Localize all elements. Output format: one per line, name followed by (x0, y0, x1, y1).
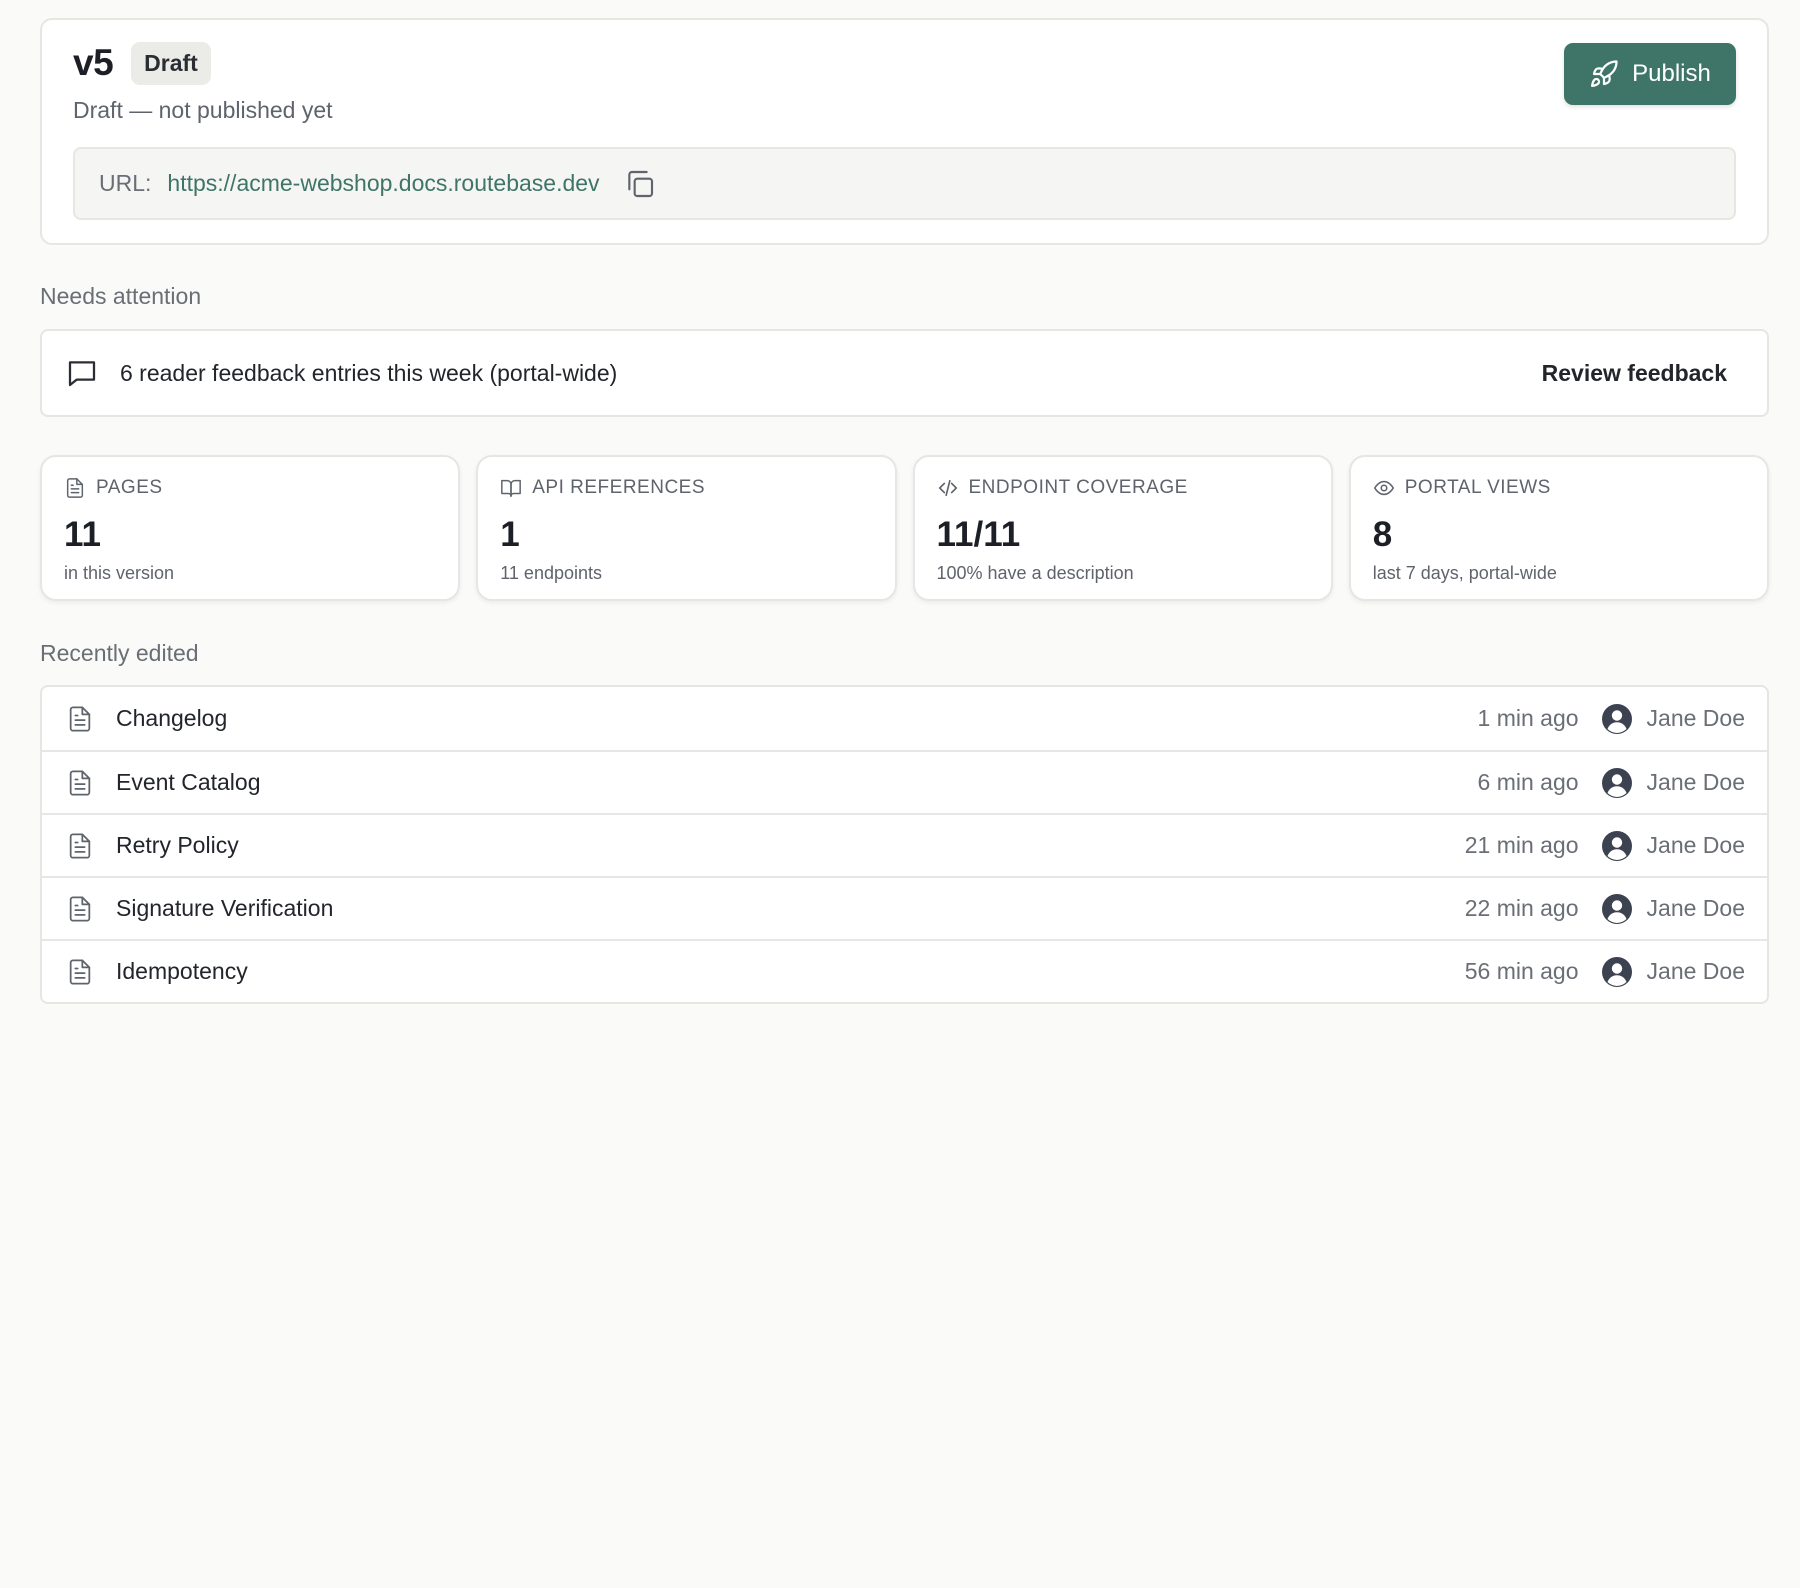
list-item[interactable]: Retry Policy 21 min ago Jane Doe (42, 813, 1767, 876)
url-label: URL: (99, 170, 152, 196)
attention-message: 6 reader feedback entries this week (por… (120, 359, 618, 386)
item-title: Signature Verification (116, 895, 334, 921)
item-time: 6 min ago (1477, 769, 1579, 795)
item-time: 22 min ago (1464, 895, 1579, 921)
item-user: Jane Doe (1646, 769, 1745, 795)
item-title: Changelog (116, 705, 228, 731)
copy-icon[interactable] (624, 168, 656, 200)
stat-label: ENDPOINT COVERAGE (968, 477, 1188, 498)
stat-label: PAGES (96, 477, 163, 498)
item-title: Event Catalog (116, 769, 261, 795)
version-card: v5 Draft Draft — not published yet Publi… (40, 18, 1769, 245)
list-item[interactable]: Idempotency 56 min ago Jane Doe (42, 939, 1767, 1002)
avatar-icon (1601, 956, 1632, 987)
item-time: 21 min ago (1464, 832, 1579, 858)
page: v5 Draft Draft — not published yet Publi… (40, 18, 1769, 1004)
file-icon (69, 958, 91, 985)
list-item[interactable]: Event Catalog 6 min ago Jane Doe (42, 750, 1767, 813)
stat-card-pages: PAGES 11 in this version (40, 455, 461, 601)
stat-sub: last 7 days, portal-wide (1372, 563, 1557, 583)
item-time: 56 min ago (1464, 958, 1579, 984)
status-badge: Draft (131, 41, 211, 85)
avatar-icon (1601, 703, 1632, 734)
rocket-icon (1591, 60, 1618, 87)
status-text: Draft — not published yet (73, 97, 333, 123)
stat-value: 8 (1372, 515, 1393, 554)
code-icon (938, 479, 957, 497)
stat-sub: 100% have a description (936, 563, 1134, 583)
file-icon (69, 832, 91, 859)
avatar-icon (1601, 893, 1632, 924)
review-feedback-link[interactable]: Review feedback (1542, 360, 1727, 387)
stats-row: PAGES 11 in this version API REFERENCES … (40, 455, 1769, 601)
stat-value: 11/11 (936, 515, 1021, 554)
file-icon (66, 478, 84, 498)
item-user: Jane Doe (1646, 895, 1745, 921)
url-link[interactable]: https://acme-webshop.docs.routebase.dev (167, 170, 599, 197)
stat-card-portal-views: PORTAL VIEWS 8 last 7 days, portal-wide (1348, 455, 1769, 601)
stat-card-endpoint-coverage: ENDPOINT COVERAGE 11/11 100% have a desc… (912, 455, 1333, 601)
stat-value: 11 (64, 515, 101, 554)
stat-label: PORTAL VIEWS (1404, 477, 1551, 498)
avatar-icon (1601, 767, 1632, 798)
file-icon (69, 895, 91, 922)
attention-card: 6 reader feedback entries this week (por… (40, 329, 1769, 417)
stat-sub: 11 endpoints (500, 563, 603, 583)
book-icon (501, 479, 522, 497)
item-time: 1 min ago (1477, 705, 1579, 731)
file-icon (69, 705, 91, 732)
item-user: Jane Doe (1646, 832, 1745, 858)
file-icon (69, 769, 91, 796)
item-user: Jane Doe (1646, 958, 1745, 984)
stat-sub: in this version (64, 563, 175, 583)
recent-list: Changelog 1 min ago Jane Doe Event Catal… (40, 685, 1769, 1004)
message-icon (68, 361, 96, 387)
stat-value: 1 (500, 515, 520, 554)
item-user: Jane Doe (1646, 705, 1745, 731)
avatar-icon (1601, 830, 1632, 861)
item-title: Retry Policy (116, 832, 239, 858)
publish-button[interactable]: Publish (1564, 43, 1736, 105)
publish-label: Publish (1632, 60, 1711, 87)
stat-card-api-references: API REFERENCES 1 11 endpoints (476, 455, 897, 601)
item-title: Idempotency (116, 958, 248, 984)
recently-edited-title: Recently edited (40, 640, 199, 666)
version-label: v5 (73, 42, 114, 83)
needs-attention-title: Needs attention (40, 283, 202, 309)
eye-icon (1373, 480, 1394, 496)
list-item[interactable]: Changelog 1 min ago Jane Doe (42, 687, 1767, 750)
stat-label: API REFERENCES (532, 477, 706, 498)
url-box: URL: https://acme-webshop.docs.routebase… (73, 147, 1736, 220)
list-item[interactable]: Signature Verification 22 min ago Jane D… (42, 876, 1767, 939)
